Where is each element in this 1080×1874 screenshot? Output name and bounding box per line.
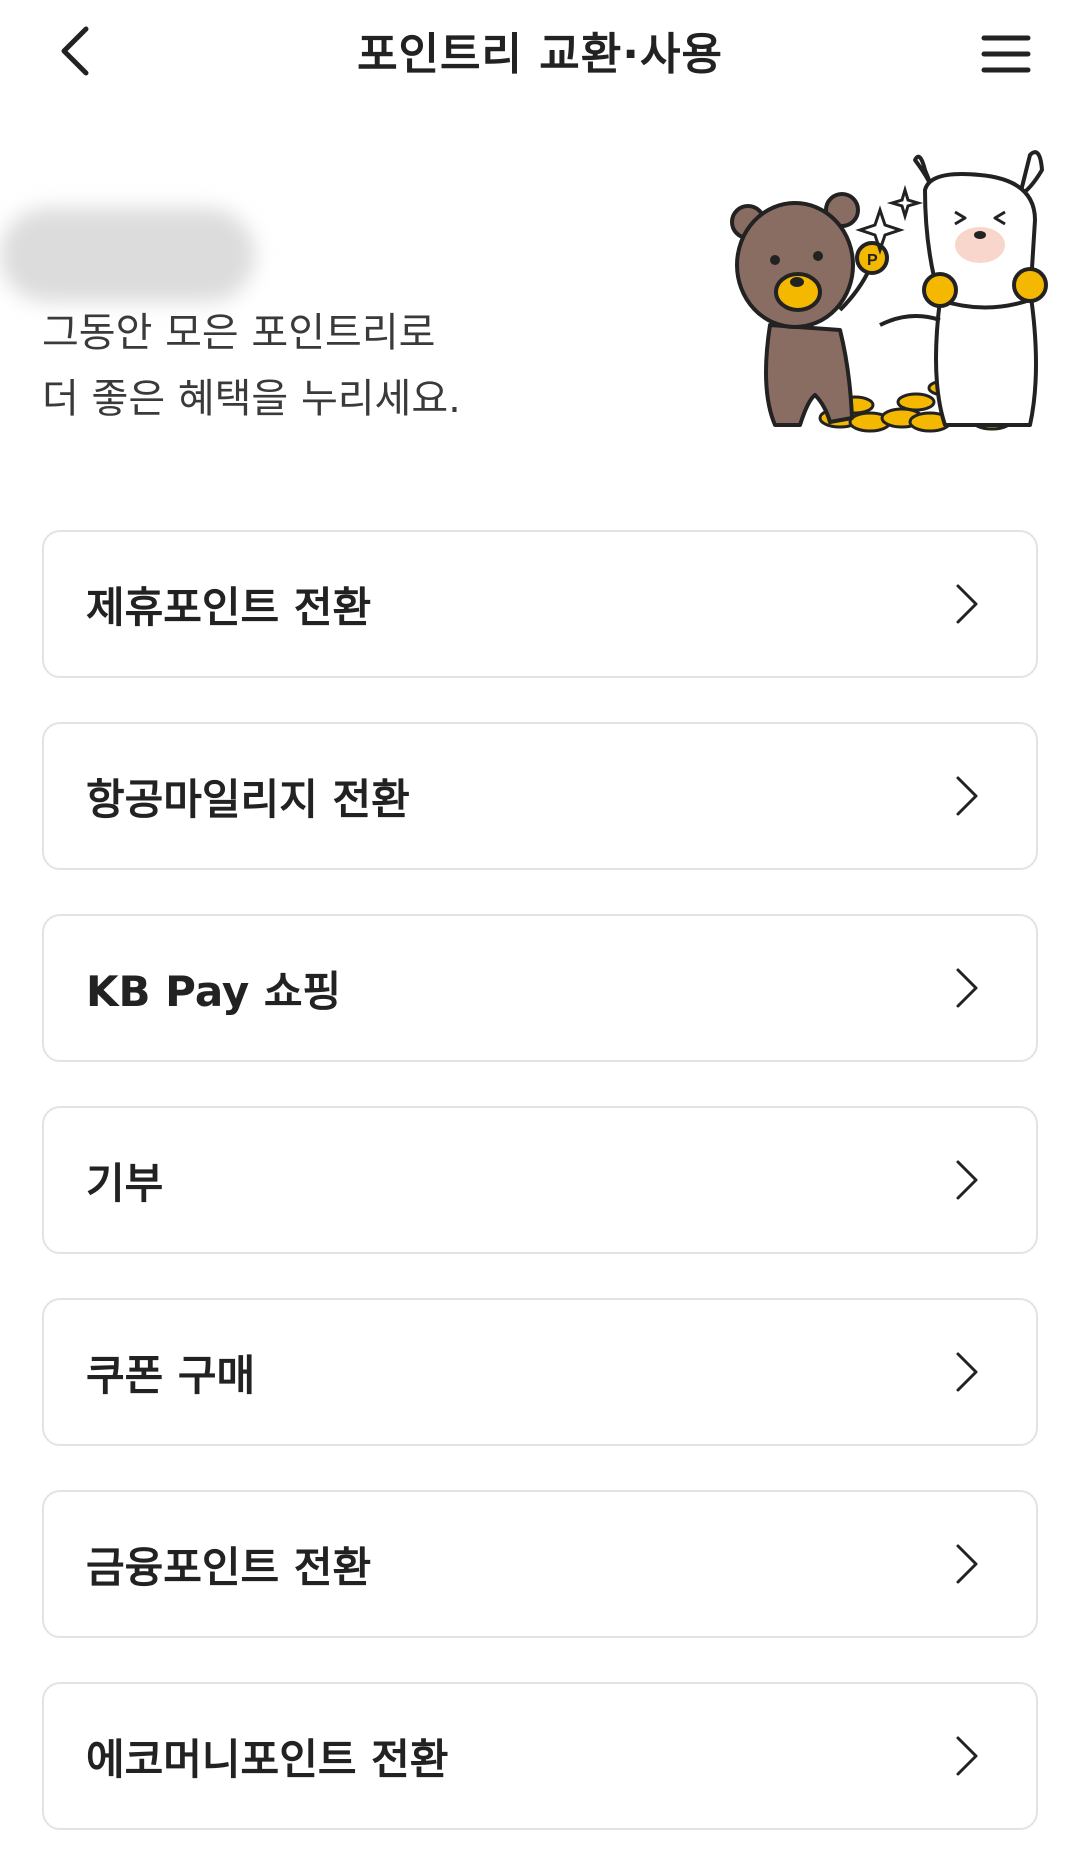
menu-item-kbpay-shopping[interactable]: KB Pay 쇼핑: [42, 914, 1038, 1062]
blurred-user-name: [0, 208, 255, 302]
menu-item-airline-mileage[interactable]: 항공마일리지 전환: [42, 722, 1038, 870]
menu-button[interactable]: [970, 18, 1042, 90]
page-title: 포인트리 교환·사용: [357, 29, 723, 80]
menu-item-label: 제휴포인트 전환: [86, 582, 372, 632]
menu-item-coupon-purchase[interactable]: 쿠폰 구매: [42, 1298, 1038, 1446]
top-app-bar: 포인트리 교환·사용: [0, 0, 1080, 110]
svg-text:P: P: [867, 252, 878, 269]
hero-section: 그동안 모은 포인트리로 더 좋은 혜택을 누리세요. P: [0, 150, 1080, 450]
chevron-right-icon: [952, 1156, 982, 1204]
hamburger-menu-icon: [981, 35, 1031, 73]
mascot-illustration: P: [730, 150, 1048, 433]
menu-list: 제휴포인트 전환 항공마일리지 전환 KB Pay 쇼핑 기부 쿠폰 구매 금융…: [42, 530, 1042, 1874]
menu-item-label: 기부: [86, 1158, 164, 1208]
hero-line-1: 그동안 모은 포인트리로: [42, 310, 436, 356]
menu-item-label: KB Pay 쇼핑: [86, 966, 342, 1016]
menu-item-label: 쿠폰 구매: [86, 1350, 256, 1400]
menu-item-financial-points[interactable]: 금융포인트 전환: [42, 1490, 1038, 1638]
menu-item-label: 금융포인트 전환: [86, 1542, 372, 1592]
menu-item-label: 항공마일리지 전환: [86, 774, 410, 824]
hero-message: 그동안 모은 포인트리로 더 좋은 혜택을 누리세요.: [42, 300, 461, 432]
chevron-right-icon: [952, 1348, 982, 1396]
hero-line-2: 더 좋은 혜택을 누리세요.: [42, 376, 461, 422]
menu-item-label: 에코머니포인트 전환: [86, 1734, 449, 1784]
menu-item-ecomoney-points[interactable]: 에코머니포인트 전환: [42, 1682, 1038, 1830]
menu-item-partner-points[interactable]: 제휴포인트 전환: [42, 530, 1038, 678]
menu-item-donation[interactable]: 기부: [42, 1106, 1038, 1254]
chevron-right-icon: [952, 1540, 982, 1588]
chevron-right-icon: [952, 1732, 982, 1780]
chevron-right-icon: [952, 964, 982, 1012]
sparkle-icon: [855, 184, 924, 255]
chevron-right-icon: [952, 772, 982, 820]
chevron-right-icon: [952, 580, 982, 628]
